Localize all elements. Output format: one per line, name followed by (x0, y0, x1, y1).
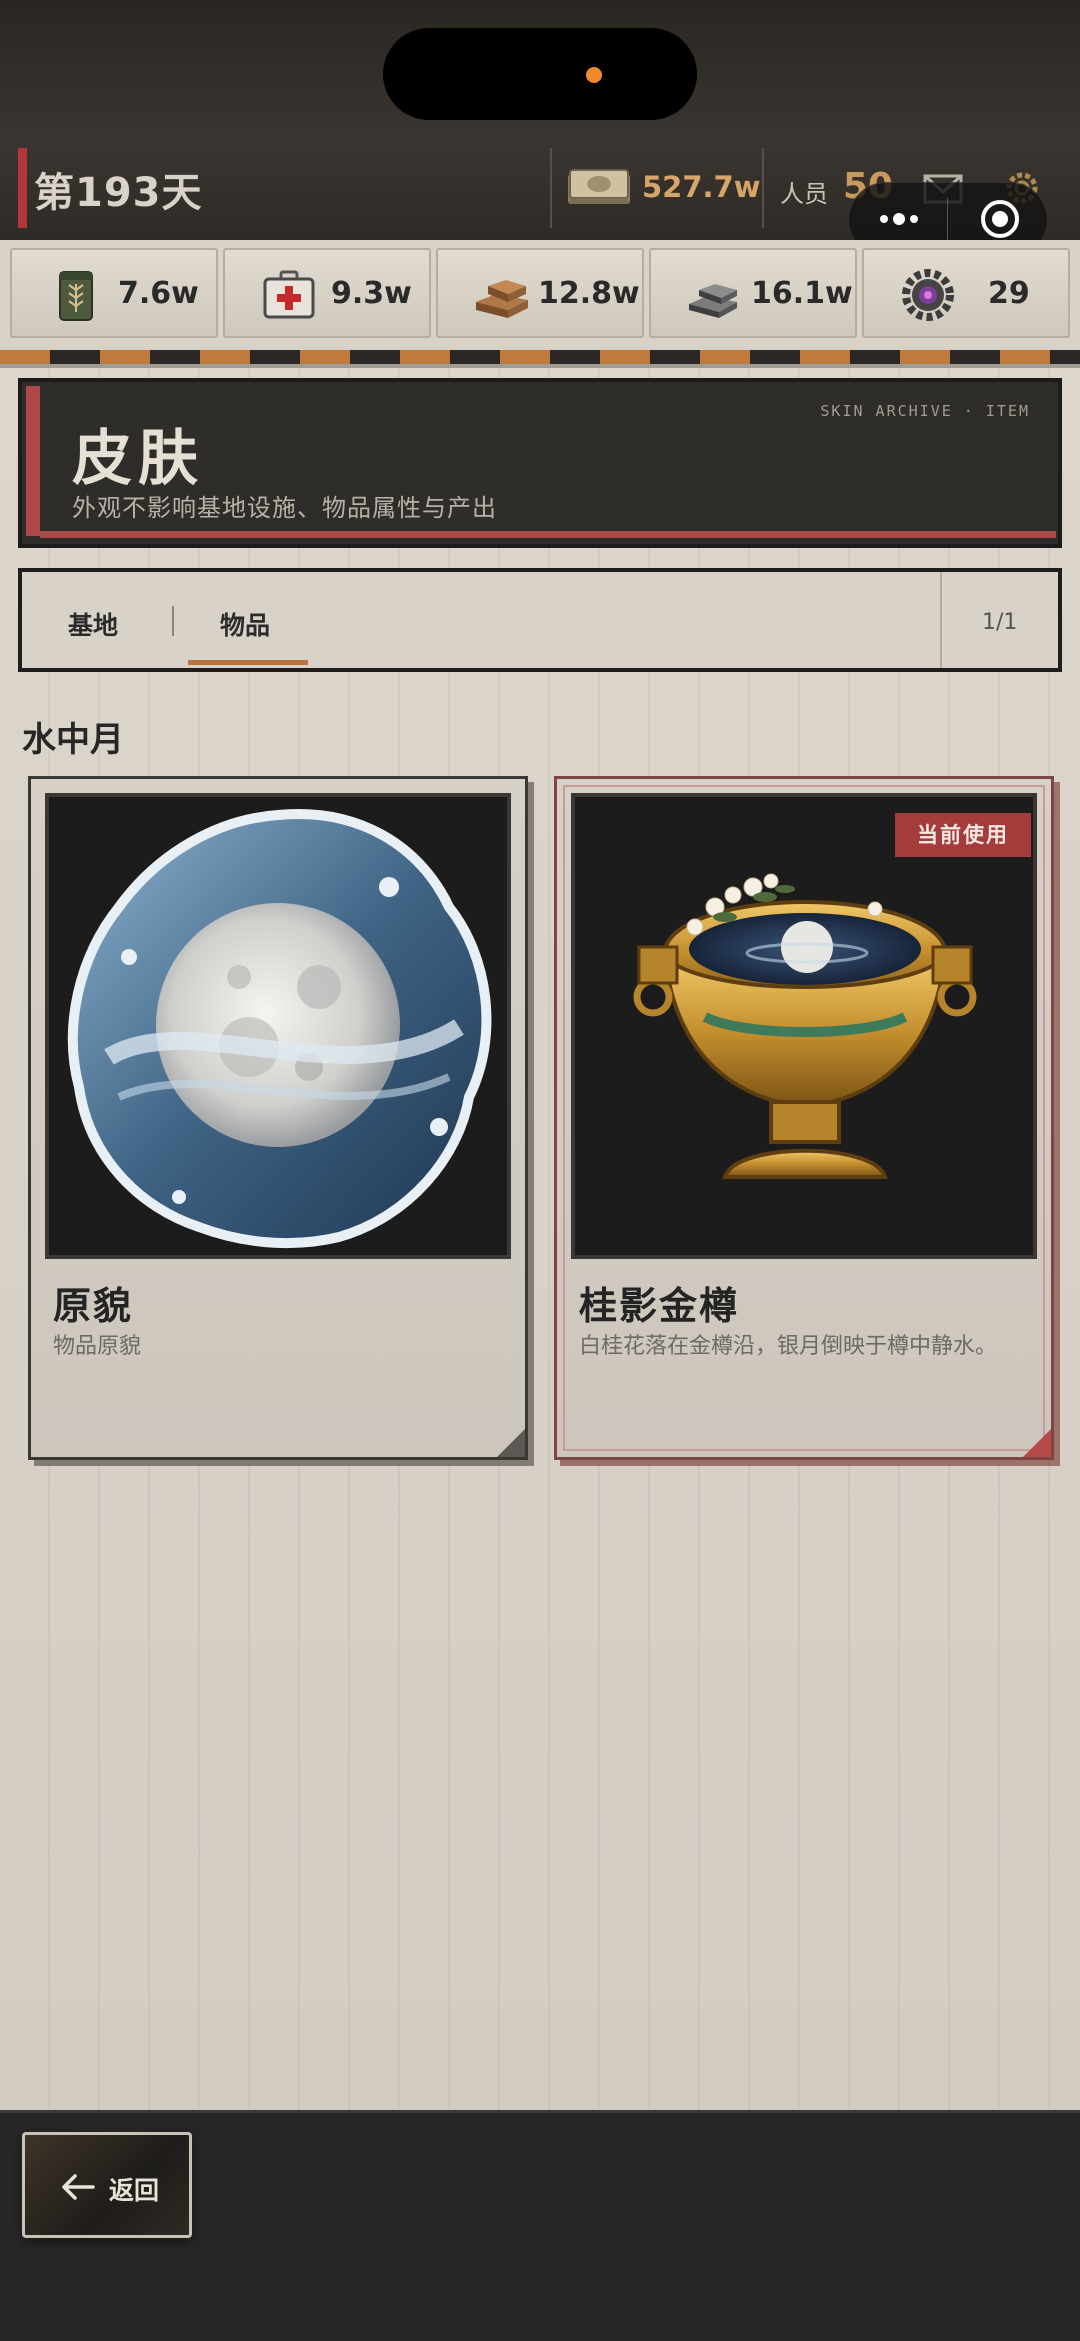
capsule-divider (947, 198, 948, 242)
skin-card-golden-goblet[interactable]: 当前使用 桂影金樽 白桂花落在金樽沿，银月倒映于樽中静水。 (554, 776, 1054, 1460)
current-use-badge: 当前使用 (895, 813, 1031, 857)
resource-wood[interactable]: 12.8w (436, 248, 644, 338)
golden-goblet-icon (633, 873, 977, 1179)
header-accent (26, 386, 40, 536)
resource-row: 7.6w 9.3w 12.8w 16.1w 29 (0, 240, 1080, 348)
moon-in-water-icon (67, 809, 492, 1249)
steel-ingots-icon (689, 284, 737, 318)
status-divider (762, 148, 764, 228)
medkit-icon (263, 270, 315, 319)
arrow-left-icon (62, 2174, 95, 2200)
day-accent-bar (18, 148, 27, 228)
card-corner-mark (1023, 1429, 1051, 1457)
resource-value: 9.3w (331, 276, 412, 311)
more-dots-icon[interactable] (874, 204, 924, 234)
status-divider (550, 148, 552, 228)
header-bottom-line (40, 531, 1056, 538)
money-stack-icon (568, 169, 630, 204)
page-subtitle: 外观不影响基地设施、物品属性与产出 (72, 494, 497, 522)
skin-name: 原貌 (53, 1284, 134, 1328)
resource-food[interactable]: 7.6w (10, 248, 218, 338)
resource-medicine[interactable]: 9.3w (223, 248, 431, 338)
resource-value: 7.6w (118, 276, 199, 311)
hazard-stripe (0, 350, 1080, 364)
resource-value: 29 (988, 276, 1030, 311)
close-target-icon[interactable] (978, 197, 1022, 241)
skin-name: 桂影金樽 (579, 1284, 740, 1328)
skin-card-original[interactable]: 原貌 物品原貌 (28, 776, 528, 1460)
resource-steel[interactable]: 16.1w (649, 248, 857, 338)
active-tab-indicator (188, 660, 308, 665)
archive-tag: SKIN ARCHIVE · ITEM (820, 402, 1030, 420)
money-value: 527.7w (642, 170, 761, 204)
day-counter: 第193天 (34, 170, 203, 216)
people-label: 人员 (780, 180, 828, 208)
back-label: 返回 (109, 2176, 160, 2205)
resource-value: 16.1w (751, 276, 853, 311)
tab-item[interactable]: 物品 (220, 606, 270, 642)
camera-notch (383, 28, 697, 120)
page-title: 皮肤 (72, 424, 204, 494)
section-title: 水中月 (22, 720, 124, 760)
skin-header-panel: 皮肤 外观不影响基地设施、物品属性与产出 SKIN ARCHIVE · ITEM (18, 378, 1062, 548)
resource-value: 12.8w (538, 276, 640, 311)
tab-divider (172, 606, 174, 636)
camera-indicator (586, 67, 602, 83)
wood-planks-icon (476, 280, 528, 318)
card-corner-mark (497, 1429, 525, 1457)
skin-preview-image (571, 793, 1037, 1259)
grain-sack-icon (59, 271, 93, 321)
page-divider (940, 572, 942, 668)
skin-description: 物品原貌 (53, 1334, 142, 1359)
page-indicator: 1/1 (982, 610, 1018, 635)
skin-description: 白桂花落在金樽沿，银月倒映于樽中静水。 (579, 1334, 998, 1359)
tab-base[interactable]: 基地 (68, 606, 118, 642)
gear-core-icon (902, 269, 954, 321)
category-tabs: 基地 物品 1/1 (18, 568, 1062, 672)
back-button[interactable]: 返回 (22, 2132, 192, 2238)
resource-core[interactable]: 29 (862, 248, 1070, 338)
skin-preview-image (45, 793, 511, 1259)
